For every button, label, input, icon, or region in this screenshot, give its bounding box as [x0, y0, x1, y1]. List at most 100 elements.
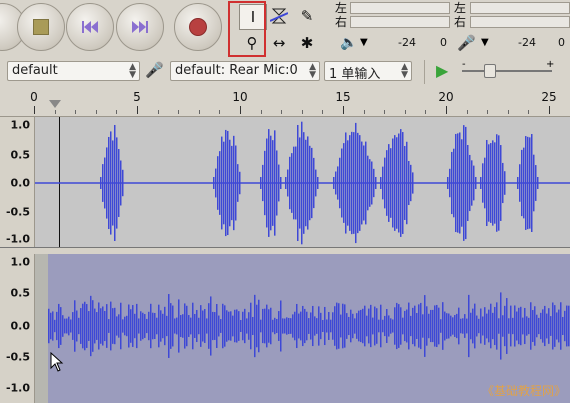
playback-meter-right: [350, 16, 450, 28]
ruler-tick: [75, 110, 77, 114]
chevron-down-icon[interactable]: ▼: [360, 37, 368, 48]
multi-tool[interactable]: ✱: [294, 31, 320, 55]
ruler-label: 5: [133, 90, 141, 104]
stop-button[interactable]: [17, 3, 65, 51]
track-2[interactable]: 1.0 0.5 0.0 -0.5 -1.0 《基础教程网》: [0, 254, 570, 403]
ruler-label: 10: [232, 90, 248, 104]
ruler-tick: [178, 110, 180, 114]
stop-icon: [33, 19, 49, 35]
ruler-label: 25: [541, 90, 557, 104]
ruler-tick: [466, 110, 468, 114]
vruler-label: 1.0: [10, 255, 31, 269]
asterisk-icon: ✱: [300, 34, 314, 52]
record-meter-left: [470, 2, 570, 14]
microphone-icon[interactable]: 🎤: [457, 34, 476, 52]
play-speed-slider[interactable]: [462, 70, 552, 72]
ruler-tick: [301, 110, 303, 114]
ruler-tick: [198, 110, 200, 114]
track-2-waveform: [48, 292, 570, 360]
ruler-tick: [343, 106, 344, 114]
ruler-tick: [34, 106, 35, 114]
playback-right-label: 右: [335, 15, 348, 29]
double-arrow-icon: ↔: [272, 34, 286, 52]
record-icon: [189, 18, 207, 36]
ruler-tick: [95, 110, 97, 114]
envelope-icon: [270, 8, 288, 24]
track-2-vertical-ruler: 1.0 0.5 0.0 -0.5 -1.0: [0, 254, 35, 403]
vruler-label: -1.0: [5, 232, 30, 246]
host-value: default: [12, 63, 58, 78]
ruler-tick: [507, 110, 509, 114]
input-device-select[interactable]: default: Rear Mic:0 ▲ ▼: [170, 61, 320, 81]
watermark: 《基础教程网》: [481, 384, 566, 398]
vruler-label: 0.5: [10, 286, 31, 300]
ruler-tick: [404, 110, 406, 114]
draw-tool[interactable]: ✎: [294, 4, 320, 28]
host-select[interactable]: default ▲ ▼: [7, 61, 140, 81]
record-meter-right: [470, 16, 570, 28]
vruler-label: 0.5: [10, 148, 31, 162]
vruler-label: -0.5: [5, 350, 30, 364]
ruler-tick: [157, 110, 159, 114]
play-head-marker: [49, 100, 61, 108]
ruler-tick: [446, 106, 447, 114]
ruler-tick: [322, 110, 324, 114]
timeshift-tool[interactable]: ↔: [266, 31, 292, 55]
slider-thumb[interactable]: [484, 64, 496, 78]
chevron-down-icon[interactable]: ▼: [481, 37, 489, 48]
ruler-tick: [116, 110, 118, 114]
speaker-icon[interactable]: 🔈: [340, 35, 357, 51]
skip-start-button[interactable]: [66, 3, 114, 51]
channels-select[interactable]: 1 单输入 ▲ ▼: [324, 61, 412, 81]
ruler-tick: [260, 110, 262, 114]
ruler-tick: [240, 106, 241, 114]
ruler-label: 0: [30, 90, 38, 104]
envelope-tool[interactable]: [266, 4, 292, 28]
ruler-tick: [54, 110, 56, 114]
timeline-ruler[interactable]: 0 5 10 15 20 25: [0, 86, 570, 117]
ruler-tick: [363, 110, 365, 114]
ruler-tick: [137, 106, 138, 114]
mouse-pointer-icon: [50, 352, 64, 372]
play-at-speed-icon[interactable]: ▶: [436, 61, 448, 80]
skip-end-button[interactable]: [116, 3, 164, 51]
track-1-vertical-ruler: 1.0 0.5 0.0 -0.5 -1.0: [0, 117, 35, 247]
ruler-tick: [425, 110, 427, 114]
ruler-tick: [549, 106, 550, 114]
ruler-label: 15: [335, 90, 351, 104]
playback-scale-min: -24: [398, 36, 416, 49]
vruler-label: 0.0: [10, 319, 31, 333]
meter-toolbar: 左 右 左 右 🔈 ▼ -24 0 🎤 ▼ -24 0: [332, 0, 570, 58]
record-right-label: 右: [454, 15, 467, 29]
skip-to-end-icon: [117, 4, 163, 50]
device-toolbar: default ▲ ▼ 🎤 default: Rear Mic:0 ▲ ▼ 1 单输入 ▲…: [0, 58, 570, 87]
vruler-label: 0.0: [10, 176, 31, 190]
vruler-label: -1.0: [5, 381, 30, 395]
ruler-tick: [281, 110, 283, 114]
skip-to-start-icon: [67, 4, 113, 50]
track-1[interactable]: 1.0 0.5 0.0 -0.5 -1.0: [0, 117, 570, 247]
track-1-waveform: [35, 121, 570, 245]
playback-meter-left: [350, 2, 450, 14]
vruler-label: 1.0: [10, 118, 31, 132]
ruler-tick: [384, 110, 386, 114]
ruler-tick: [487, 110, 489, 114]
plus-icon: +: [546, 59, 555, 70]
minus-icon: -: [462, 59, 466, 70]
vruler-label: -0.5: [5, 205, 30, 219]
ruler-tick: [528, 110, 530, 114]
record-scale-min: -24: [518, 36, 536, 49]
playback-scale-max: 0: [440, 36, 447, 49]
record-left-label: 左: [454, 1, 467, 15]
ruler-tick: [219, 110, 221, 114]
microphone-icon: 🎤: [145, 61, 164, 79]
channels-value: 1 单输入: [329, 67, 381, 81]
transport-toolbar: I ✎ ⚲ ↔ ✱ 左 右 左 右 🔈 ▼ -24 0 🎤 ▼ -24 0: [0, 0, 570, 59]
record-scale-max: 0: [558, 36, 565, 49]
pencil-icon: ✎: [300, 7, 314, 25]
record-button[interactable]: [174, 3, 222, 51]
input-device-value: default: Rear Mic:0: [175, 63, 298, 78]
playback-left-label: 左: [335, 1, 348, 15]
ruler-label: 20: [438, 90, 454, 104]
highlight-box: [228, 1, 266, 57]
